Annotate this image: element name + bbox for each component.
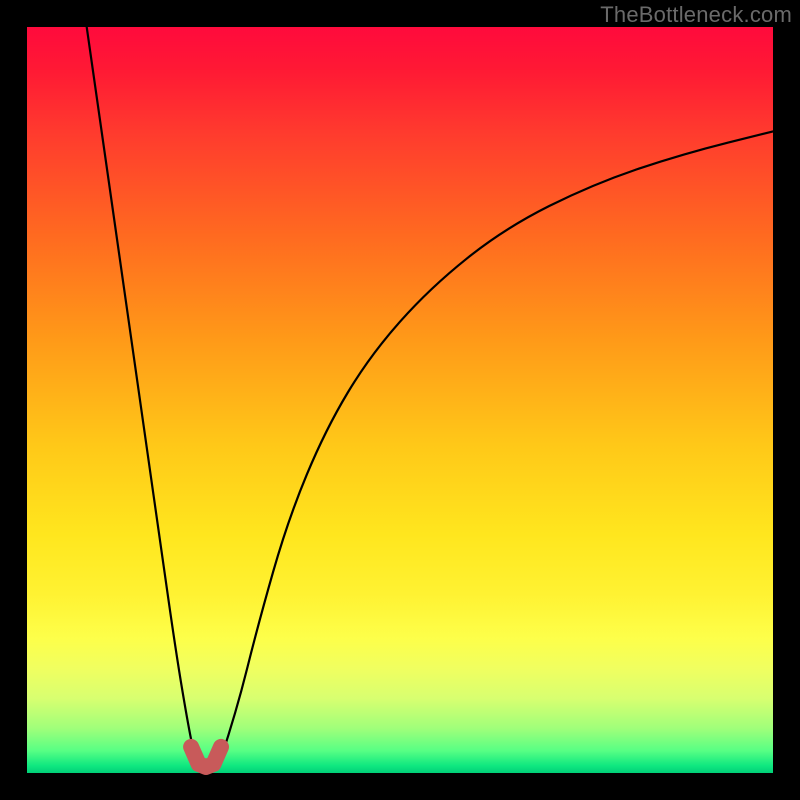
plot-area <box>27 27 773 773</box>
curve-layer <box>27 27 773 773</box>
chart-frame: TheBottleneck.com <box>0 0 800 800</box>
right-branch-curve <box>221 131 773 758</box>
minimum-marker <box>191 747 221 767</box>
watermark-text: TheBottleneck.com <box>600 2 792 28</box>
left-branch-curve <box>87 27 195 758</box>
